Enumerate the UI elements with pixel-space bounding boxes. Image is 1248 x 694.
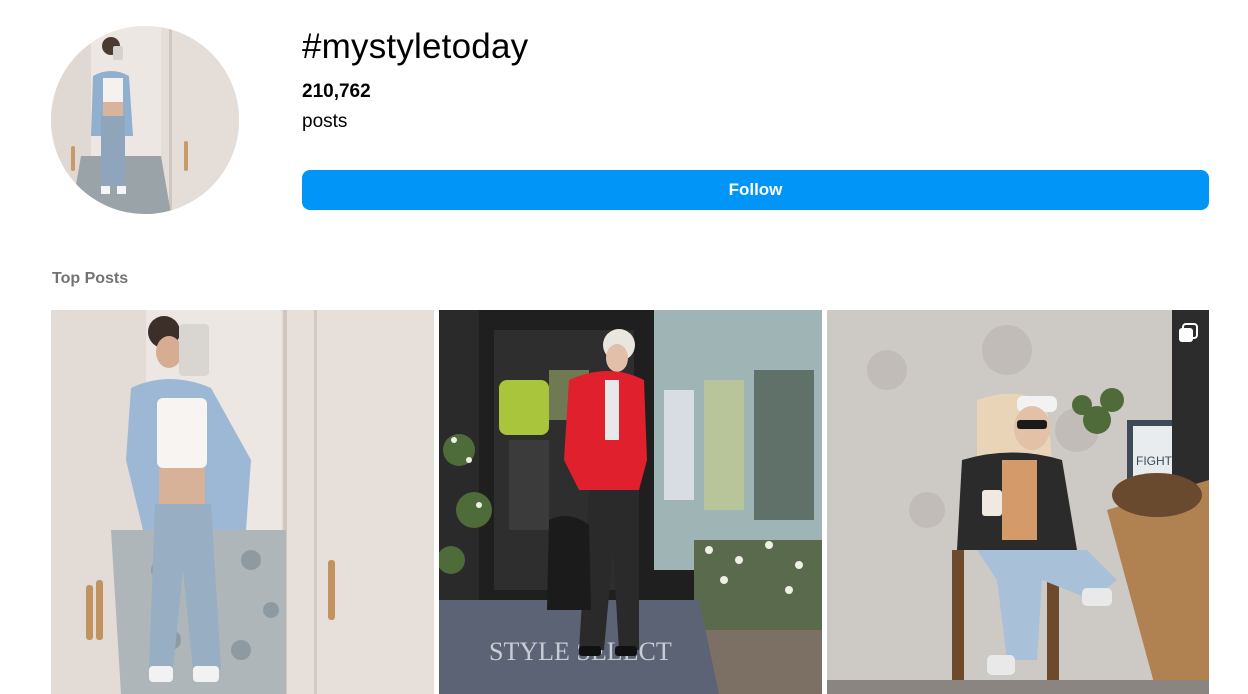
multiple-photos-icon (1177, 322, 1199, 344)
post-1-image (51, 310, 434, 694)
top-post-2[interactable]: STYLE SELECT (439, 310, 822, 694)
hashtag-avatar (51, 26, 239, 214)
post-3-image: FIGHT (827, 310, 1209, 694)
post-count: 210,762 (302, 81, 371, 102)
hashtag-title: #mystyletoday (302, 27, 529, 66)
avatar-image (51, 26, 239, 214)
post-2-image: STYLE SELECT (439, 310, 822, 694)
hashtag-header: #mystyletoday 210,762 posts Follow (302, 26, 1210, 210)
follow-button[interactable]: Follow (302, 170, 1209, 210)
top-posts-label: Top Posts (52, 270, 129, 287)
top-post-1[interactable] (51, 310, 434, 694)
poster-text: FIGHT (1136, 454, 1173, 468)
top-post-3[interactable]: FIGHT (827, 310, 1209, 694)
post-count-label: posts (302, 111, 348, 132)
